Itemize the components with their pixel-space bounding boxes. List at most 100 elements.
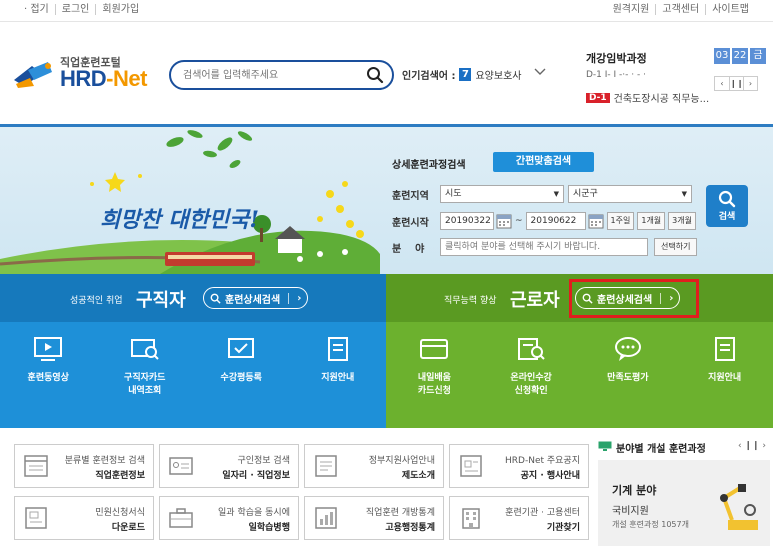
field-select-button[interactable]: 선택하기 [654, 238, 698, 256]
signup-link[interactable]: 회원가입 [95, 4, 145, 15]
search-icon [210, 293, 221, 304]
menu-seeker-card[interactable]: 구직자카드 내역조회 [97, 336, 194, 398]
card-statistics[interactable]: 직업훈련 개방통계 고용행정통계 [304, 496, 444, 540]
period-1week-button[interactable]: 1주일 [606, 212, 635, 230]
start-date-to-input[interactable]: 20190622 [525, 212, 586, 230]
menu-satisfaction[interactable]: 만족도평가 [580, 336, 677, 398]
popular-keyword[interactable]: 요양보호사 [475, 67, 521, 82]
hrd-net-logo[interactable]: 직업훈련포털 HRD-Net [12, 52, 162, 96]
logo-text: HRD-Net [60, 66, 147, 92]
sido-select[interactable]: 시도 [440, 185, 564, 203]
menu-review[interactable]: 수강평등록 [193, 336, 290, 398]
card-training-info[interactable]: 분류별 훈련정보 검색 직업훈련정보 [14, 444, 154, 488]
field-courses-nav[interactable]: ‹ ❙❙ › [738, 441, 766, 451]
calendar-icon[interactable] [496, 213, 512, 229]
card-statistics-desc: 직업훈련 개방통계 [365, 508, 435, 518]
menu-review-label: 수강평등록 [220, 373, 262, 383]
banner-illustration [0, 130, 380, 274]
card-work-learning-title: 일학습병행 [248, 523, 290, 533]
card-forms-desc: 민원신청서식 [95, 508, 145, 518]
menu-online-course[interactable]: 온라인수강 신청확인 [483, 336, 580, 398]
card-notice[interactable]: HRD-Net 주요공지 공지 · 행사안내 [449, 444, 589, 488]
field-courses-title: 분야별 개설 훈련과정 [616, 444, 706, 455]
field-course-count: 개설 훈련과정 1057개 [612, 520, 689, 529]
logo-text-net: -Net [106, 66, 147, 91]
chevron-down-icon[interactable] [534, 65, 546, 77]
field-course-card[interactable]: 기계 분야 국비지원 개설 훈련과정 1057개 [598, 460, 770, 546]
quick-search-button[interactable]: 간편맞춤검색 [493, 152, 594, 172]
field-name: 기계 분야 [612, 484, 657, 497]
course-date: 03 22 금 [714, 48, 766, 64]
period-1month-button[interactable]: 1개월 [637, 212, 666, 230]
period-3month-button[interactable]: 3개월 [668, 212, 696, 230]
customer-center-link[interactable]: 고객센터 [655, 4, 705, 15]
field-courses: 분야별 개설 훈련과정 ‹ ❙❙ › 기계 분야 국비지원 개설 훈련과정 10… [598, 438, 770, 546]
card-notice-title: 공지 · 행사안내 [520, 471, 580, 481]
job-seeker-section: 성공적인 취업 구직자 훈련상세검색 › 훈련동영상 구직자카드 내역조회 수강… [0, 274, 386, 428]
field-label: 분 야 [392, 243, 425, 255]
utility-right: 원격지원 고객센터 사이트맵 [607, 4, 755, 15]
card-policy[interactable]: 정부지원사업안내 제도소개 [304, 444, 444, 488]
start-date-from-input[interactable]: 20190322 [440, 212, 494, 230]
logo-mark-icon [14, 62, 52, 88]
menu-tomorrow-card[interactable]: 내일배움 카드신청 [386, 336, 483, 398]
course-date-month: 03 [714, 48, 730, 64]
highlight-box [569, 279, 699, 318]
utility-bar: · 접기 로그인 회원가입 원격지원 고객센터 사이트맵 [0, 0, 773, 22]
card-forms[interactable]: 민원신청서식 다운로드 [14, 496, 154, 540]
card-work-learning[interactable]: 일과 학습을 동시에 일학습병행 [159, 496, 299, 540]
worker-title: 근로자 [510, 290, 560, 311]
menu-seeker-support[interactable]: 지원안내 [290, 336, 387, 398]
job-seeker-detail-search-button[interactable]: 훈련상세검색 › [203, 287, 309, 309]
course-controls: ‹ ❙❙ › [714, 76, 758, 91]
card-institution[interactable]: 훈련기관 · 고용센터 기관찾기 [449, 496, 589, 540]
detailed-search-button[interactable]: 검색 [706, 185, 748, 227]
credit-card-icon [420, 339, 449, 359]
banner-slogan: 희망찬 대한민국! [100, 207, 259, 233]
course-date-day: 22 [732, 48, 748, 64]
menu-worker-support[interactable]: 지원안내 [676, 336, 773, 398]
speech-bubble-icon [614, 337, 641, 361]
detailed-search-title: 상세훈련과정검색 [392, 160, 466, 171]
course-pause-button[interactable]: ❙❙ [729, 77, 743, 90]
card-institution-desc: 훈련기관 · 고용센터 [505, 508, 580, 518]
login-link[interactable]: 로그인 [54, 4, 96, 15]
card-forms-title: 다운로드 [111, 523, 145, 533]
header: 직업훈련포털 HRD-Net 인기검색어 : 7 요양보호사 개강임박과정 03… [0, 22, 773, 124]
remote-support-link[interactable]: 원격지원 [607, 4, 656, 15]
bar-chart-icon [315, 507, 337, 529]
menu-seeker-card-label: 구직자카드 내역조회 [124, 373, 166, 396]
imminent-course-title: 개강임박과정 [586, 52, 647, 65]
course-item-faded[interactable]: D-1 I- I -·- · - · [586, 70, 706, 80]
course-next-button[interactable]: › [743, 77, 757, 90]
card-search-icon [130, 339, 159, 360]
course-prev-button[interactable]: ‹ [715, 77, 729, 90]
notice-document-icon [460, 455, 482, 477]
popular-label: 인기검색어 : [402, 71, 456, 82]
search-icon[interactable] [366, 66, 384, 84]
job-seeker-subtitle: 성공적인 취업 [70, 296, 123, 306]
sitemap-link[interactable]: 사이트맵 [705, 4, 755, 15]
search-box [169, 60, 394, 90]
search-input[interactable] [183, 67, 363, 83]
card-policy-title: 제도소개 [401, 471, 435, 481]
sigungu-select[interactable]: 시군구 [568, 185, 692, 203]
field-input[interactable]: 클릭하여 분야를 선택해 주시기 바랍니다. [440, 238, 648, 256]
menu-worker-support-label: 지원안내 [708, 373, 742, 383]
card-job-info-desc: 구인정보 검색 [237, 456, 290, 466]
worker-subtitle: 직무능력 향상 [444, 296, 497, 306]
calendar-icon[interactable] [588, 213, 604, 229]
menu-training-video-label: 훈련동영상 [27, 373, 69, 383]
start-date-row: 훈련시작 20190322 ~ 20190622 1주일 1개월 3개월 [392, 212, 696, 230]
utility-left: · 접기 로그인 회원가입 [18, 4, 145, 15]
collapse-link[interactable]: · 접기 [18, 4, 55, 15]
popular-rank-badge: 7 [459, 68, 472, 81]
d-day-badge: D-1 [586, 92, 610, 103]
calendar-list-icon [24, 455, 48, 477]
menu-seeker-support-label: 지원안내 [321, 373, 355, 383]
card-job-info[interactable]: 구인정보 검색 일자리 · 직업정보 [159, 444, 299, 488]
menu-training-video[interactable]: 훈련동영상 [0, 336, 97, 398]
course-item[interactable]: D-1 건축도장시공 직무능... [586, 90, 709, 105]
date-range-tilde: ~ [515, 216, 523, 226]
menu-online-course-label: 온라인수강 신청확인 [510, 373, 552, 396]
